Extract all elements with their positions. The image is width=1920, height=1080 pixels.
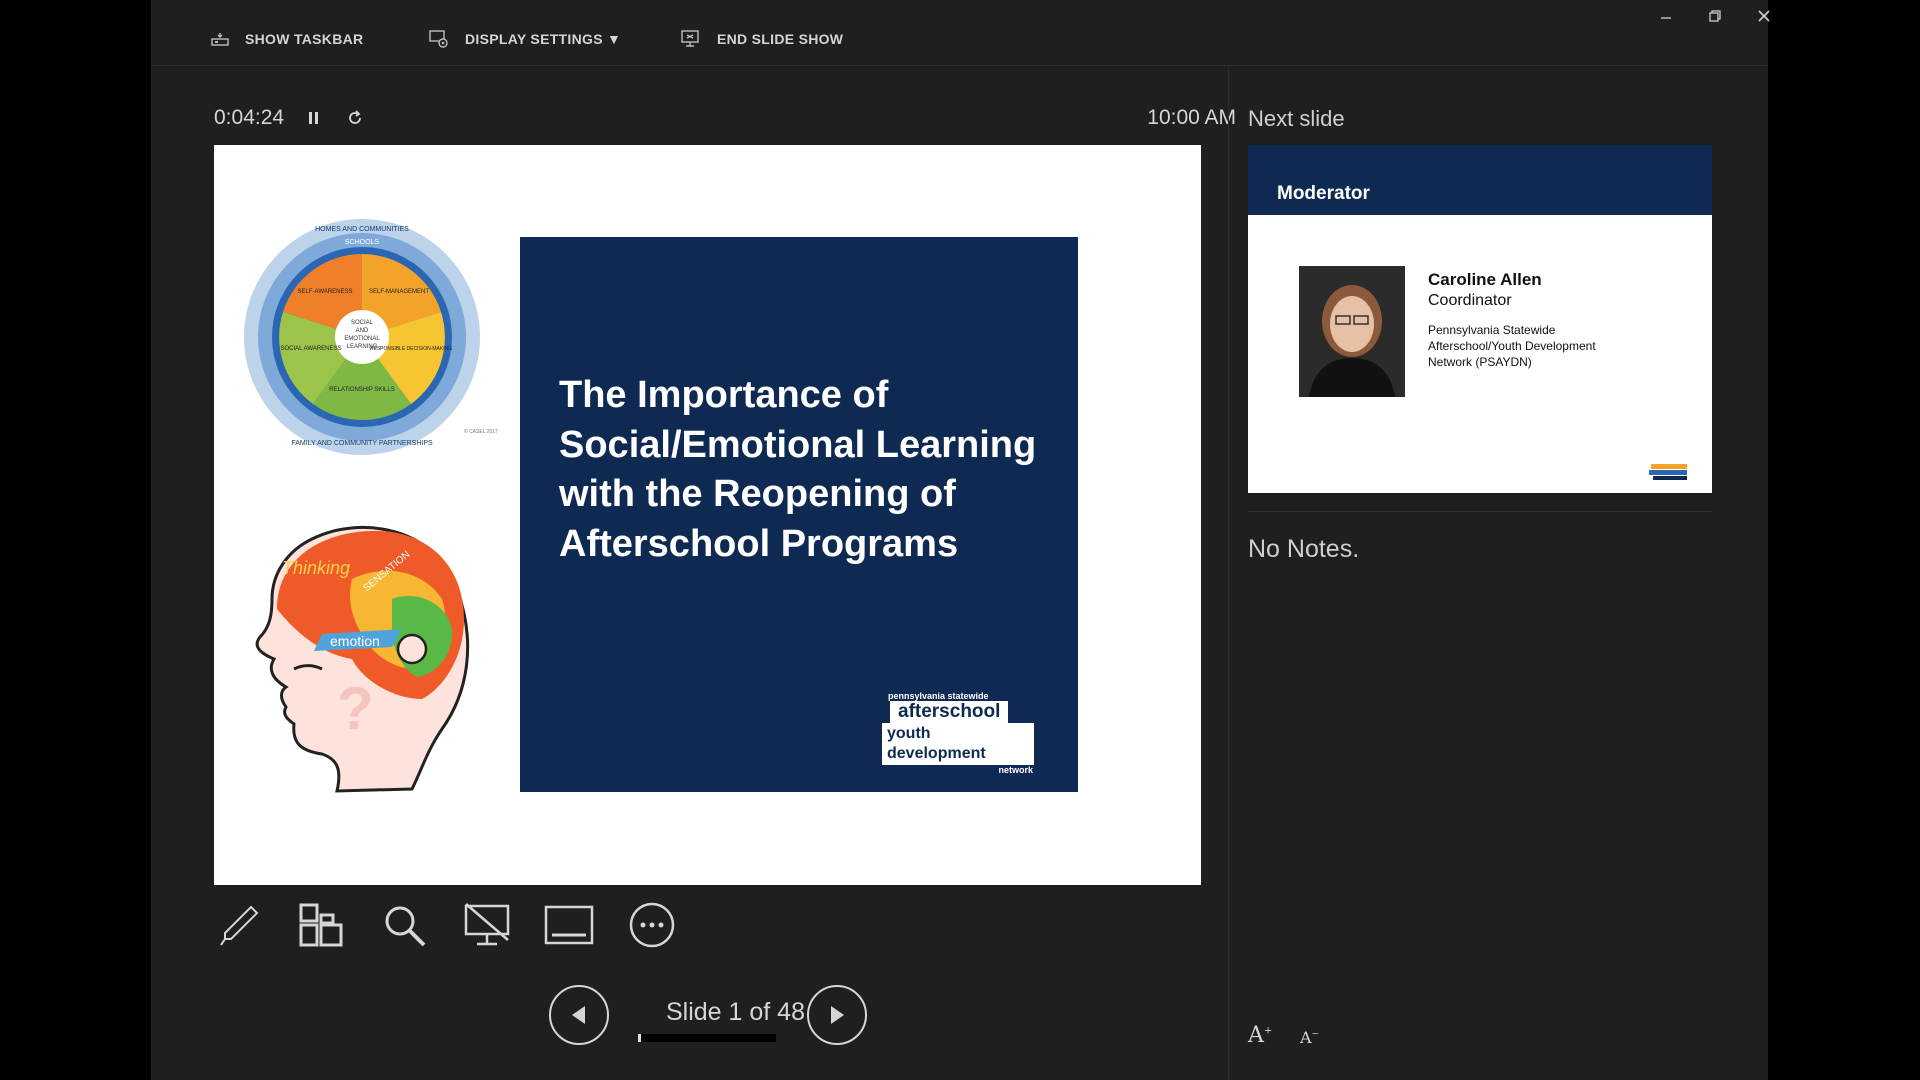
show-taskbar-button[interactable]: SHOW TASKBAR	[211, 26, 363, 52]
head-word-thinking: Thinking	[282, 558, 350, 578]
taskbar-icon	[211, 33, 229, 46]
chevron-right-icon	[831, 1006, 844, 1024]
panel-divider	[1228, 66, 1229, 1080]
display-settings-icon	[429, 30, 448, 48]
end-slide-show-label: END SLIDE SHOW	[717, 31, 844, 47]
slide-progress-bar	[638, 1034, 776, 1042]
sel-segment-label: RESPONSIBLE DECISION-MAKING	[370, 346, 452, 352]
current-slide[interactable]: HOMES AND COMMUNITIES SCHOOLS SELF-AWARE…	[214, 145, 1201, 885]
more-options-button[interactable]	[625, 898, 679, 952]
sel-segment-label: SELF-MANAGEMENT	[369, 289, 429, 295]
speaker-notes: No Notes.	[1248, 535, 1360, 563]
psaydn-logo: pennsylvania statewide afterschool youth…	[882, 691, 1037, 775]
restore-icon	[1709, 10, 1721, 22]
moderator-organization: Pennsylvania Statewide Afterschool/Youth…	[1428, 323, 1596, 369]
minimize-icon	[1661, 17, 1671, 19]
end-show-icon	[681, 30, 699, 47]
next-slide-title: Moderator	[1277, 183, 1370, 204]
next-slide-header: Moderator	[1248, 145, 1712, 215]
logo-top-text: pennsylvania statewide	[888, 691, 989, 701]
see-all-slides-button[interactable]	[294, 898, 348, 952]
svg-text:?: ?	[337, 675, 374, 742]
close-button[interactable]	[1744, 4, 1784, 28]
top-toolbar: SHOW TASKBAR DISPLAY SETTINGS ▼ END SLID…	[151, 0, 1770, 66]
all-slides-icon	[299, 903, 343, 947]
show-taskbar-label: SHOW TASKBAR	[245, 31, 364, 47]
next-slide-label: Next slide	[1248, 106, 1345, 131]
sel-middle-ring-label: SCHOOLS	[345, 239, 380, 246]
restart-icon	[349, 110, 361, 124]
clock: 10:00 AM	[1147, 106, 1236, 129]
minimize-button[interactable]	[1646, 4, 1686, 28]
slide-title: The Importance of Social/Emotional Learn…	[559, 374, 1037, 565]
close-icon	[1758, 10, 1770, 22]
pen-icon	[220, 905, 259, 946]
pen-tool-button[interactable]	[212, 898, 266, 952]
subtitles-icon	[544, 905, 594, 945]
logo-network: network	[998, 765, 1033, 775]
restore-button[interactable]	[1695, 4, 1735, 28]
sel-credit: © CASEL 2017	[464, 429, 498, 435]
previous-slide-button[interactable]	[549, 985, 609, 1045]
slide-counter[interactable]: Slide 1 of 48	[638, 998, 833, 1027]
head-brain-illustration: emotion Thinking SENSATION ?	[255, 525, 470, 793]
end-slide-show-button[interactable]: END SLIDE SHOW	[681, 26, 843, 52]
sel-wheel-graphic: HOMES AND COMMUNITIES SCHOOLS SELF-AWARE…	[244, 219, 480, 455]
moderator-name: Caroline Allen	[1428, 270, 1542, 289]
title-box: The Importance of Social/Emotional Learn…	[520, 237, 1078, 792]
pause-timer-button[interactable]	[303, 106, 325, 130]
black-screen-button[interactable]	[460, 898, 514, 952]
black-screen-icon	[464, 903, 510, 946]
chevron-left-icon	[572, 1006, 585, 1024]
sel-center-label: LEARNING	[347, 344, 378, 350]
sel-segment-label: SOCIAL AWARENESS	[280, 346, 341, 352]
sel-segment-label: SELF-AWARENESS	[298, 289, 353, 295]
next-slide-preview[interactable]: Moderator Caroline Allen Coordinator Pen…	[1248, 145, 1712, 493]
moderator-role: Coordinator	[1428, 292, 1512, 309]
elapsed-timer: 0:04:24	[214, 106, 285, 129]
next-slide-button[interactable]	[807, 985, 867, 1045]
moderator-photo	[1299, 266, 1405, 397]
logo-youth-development: youth development	[882, 723, 1034, 765]
subtitles-button[interactable]	[542, 898, 596, 952]
logo-afterschool: afterschool	[890, 701, 1009, 723]
sel-center-label: EMOTIONAL	[344, 336, 380, 342]
increase-font-icon: A+	[1248, 1023, 1273, 1048]
pause-icon	[309, 112, 318, 124]
restart-timer-button[interactable]	[344, 106, 366, 130]
presenter-view: SHOW TASKBAR DISPLAY SETTINGS ▼ END SLID…	[151, 0, 1770, 1080]
sel-center-label: SOCIAL	[351, 320, 374, 326]
zoom-button[interactable]	[377, 898, 431, 952]
slide-progress-fill	[638, 1034, 641, 1042]
notes-divider	[1248, 511, 1712, 512]
psaydn-small-logo	[1649, 464, 1687, 480]
increase-font-button[interactable]: A+	[1248, 1023, 1272, 1048]
decrease-font-icon: A−	[1300, 1028, 1320, 1047]
sel-segment-label: RELATIONSHIP SKILLS	[329, 387, 394, 393]
sel-center-label: AND	[356, 328, 369, 334]
sel-bottom-ring-label: FAMILY AND COMMUNITY PARTNERSHIPS	[291, 440, 433, 447]
zoom-icon	[385, 906, 426, 947]
head-word-emotion: emotion	[330, 633, 380, 649]
decrease-font-button[interactable]: A−	[1300, 1028, 1319, 1047]
display-settings-button[interactable]: DISPLAY SETTINGS ▼	[429, 26, 621, 52]
more-options-icon	[629, 902, 675, 948]
sel-outer-ring-label: HOMES AND COMMUNITIES	[315, 226, 409, 233]
display-settings-label: DISPLAY SETTINGS ▼	[465, 31, 622, 47]
